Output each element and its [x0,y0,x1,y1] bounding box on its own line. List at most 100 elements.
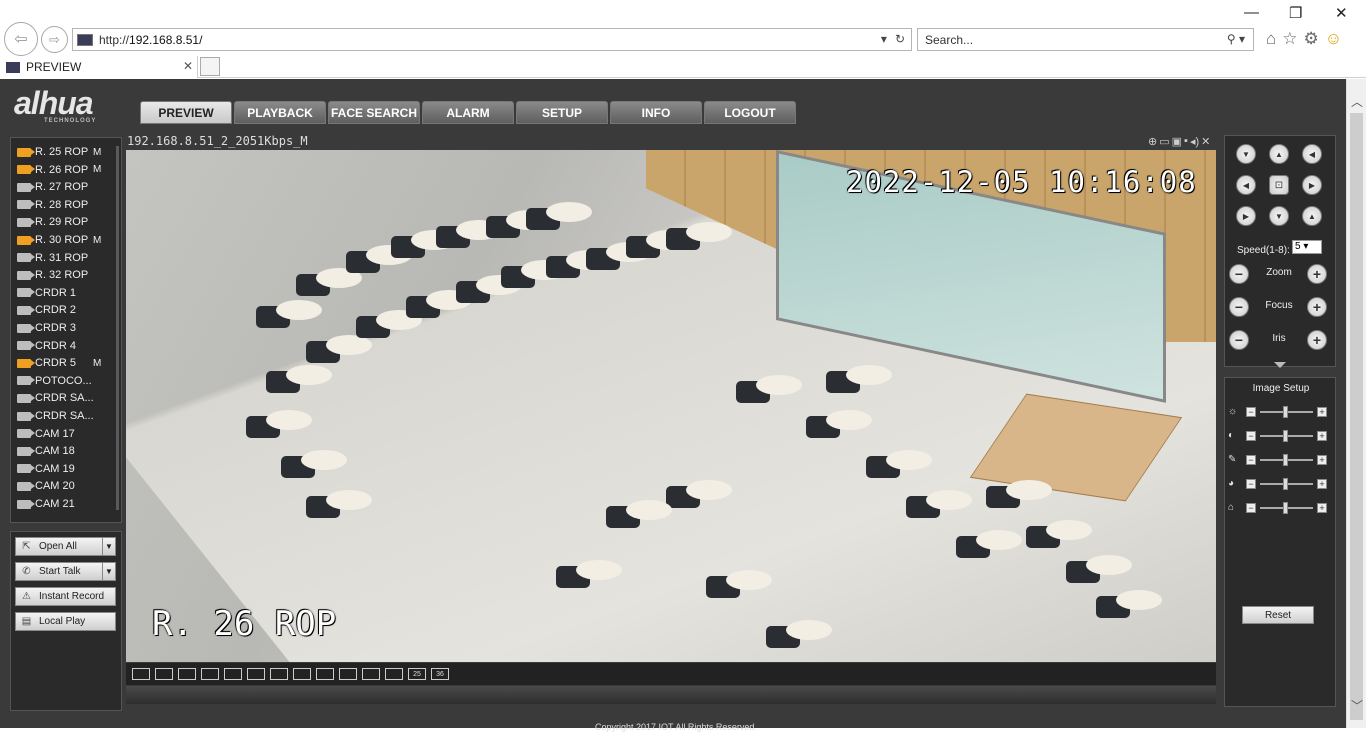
ptz-up-button[interactable]: ▲ [1269,144,1289,164]
ptz-down-left2-button[interactable]: ▶ [1236,206,1256,226]
gain-slider[interactable]: ⌂ − + [1228,501,1334,515]
audio-speaker-icon[interactable]: ◂) [1190,135,1199,148]
camera-list-item[interactable]: POTOCO... [17,374,92,388]
menu-item-preview[interactable]: PREVIEW [140,101,232,124]
menu-item-playback[interactable]: PLAYBACK [234,101,326,124]
address-bar[interactable]: http://192.168.8.51/ ▾ ↻ [72,28,912,51]
video-view[interactable]: 2022-12-05 10:16:08 R. 26 ROP [126,150,1216,662]
focus-minus-button[interactable]: − [1229,297,1249,317]
layout-button[interactable]: 36 [431,668,449,680]
ptz-center-button[interactable]: ⊡ [1269,175,1289,195]
zoom-minus-button[interactable]: − [1229,264,1249,284]
layout-button[interactable] [316,668,334,680]
saturation-knob[interactable] [1283,454,1288,466]
ptz-down-left-button[interactable]: ▼ [1236,144,1256,164]
close-window-icon[interactable]: ✕ [1335,4,1348,22]
brightness-slider[interactable]: ☼ − + [1228,405,1334,419]
smiley-feedback-icon[interactable]: ☺ [1325,29,1342,49]
window-icon[interactable]: ▭ [1159,135,1169,148]
search-icon[interactable]: ⚲ ▾ [1227,32,1245,46]
reset-button[interactable]: Reset [1242,606,1314,624]
open-all-dropdown-icon[interactable]: ▼ [102,537,116,556]
record-icon[interactable]: ▪ [1184,135,1188,148]
camera-list-item[interactable]: CRDR 5 M [17,356,101,370]
refresh-icon[interactable]: ↻ [895,32,905,46]
menu-item-info[interactable]: INFO [610,101,702,124]
hue-plus[interactable]: + [1317,479,1327,489]
settings-gear-icon[interactable]: ⚙ [1304,29,1319,49]
scroll-up-icon[interactable]: ︿ [1351,93,1363,110]
ptz-down-right-button[interactable]: ▲ [1302,206,1322,226]
layout-button[interactable] [224,668,242,680]
menu-item-face-search[interactable]: FACE SEARCH [328,101,420,124]
favorites-star-icon[interactable]: ☆ [1282,29,1297,49]
scroll-thumb[interactable] [1350,113,1363,720]
page-scrollbar[interactable]: ︿ ﹀ [1346,79,1366,728]
camera-list-item[interactable]: R. 32 ROP [17,268,88,282]
camera-list-item[interactable]: R. 31 ROP [17,251,88,265]
back-button[interactable]: ⇦ [4,22,38,56]
layout-button[interactable] [201,668,219,680]
hue-slider[interactable]: ◕ − + [1228,477,1334,491]
brightness-plus[interactable]: + [1317,407,1327,417]
contrast-minus[interactable]: − [1246,431,1256,441]
menu-item-logout[interactable]: LOGOUT [704,101,796,124]
layout-button[interactable] [339,668,357,680]
ptz-up-right-button[interactable]: ◀ [1302,144,1322,164]
local-play-button[interactable]: ▤ Local Play [15,612,116,631]
layout-button[interactable] [293,668,311,680]
restore-icon[interactable]: ❐ [1289,4,1302,22]
camera-list-scrollbar[interactable] [116,146,119,510]
layout-button[interactable] [247,668,265,680]
saturation-plus[interactable]: + [1317,455,1327,465]
focus-plus-button[interactable]: + [1307,297,1327,317]
layout-button[interactable] [385,668,403,680]
gain-plus[interactable]: + [1317,503,1327,513]
contrast-slider[interactable]: ◐ − + [1228,429,1334,443]
camera-list-item[interactable]: CRDR SA... [17,391,94,405]
camera-list-item[interactable]: R. 29 ROP [17,215,88,229]
collapse-triangle-icon[interactable] [1274,362,1286,368]
menu-item-alarm[interactable]: ALARM [422,101,514,124]
saturation-minus[interactable]: − [1246,455,1256,465]
instant-record-button[interactable]: ⚠ Instant Record [15,587,116,606]
snapshot-camera-icon[interactable]: ▣ [1172,135,1182,148]
brightness-knob[interactable] [1283,406,1288,418]
zoom-plus-button[interactable]: + [1307,264,1327,284]
hue-knob[interactable] [1283,478,1288,490]
dropdown-icon[interactable]: ▾ [881,32,887,46]
brightness-minus[interactable]: − [1246,407,1256,417]
camera-list-item[interactable]: R. 30 ROP M [17,233,101,247]
saturation-slider[interactable]: ✎ − + [1228,453,1334,467]
hue-minus[interactable]: − [1246,479,1256,489]
close-video-icon[interactable]: ✕ [1201,135,1210,148]
menu-item-setup[interactable]: SETUP [516,101,608,124]
layout-button[interactable]: 25 [408,668,426,680]
camera-list-item[interactable]: R. 27 ROP [17,180,88,194]
layout-button[interactable] [132,668,150,680]
iris-minus-button[interactable]: − [1229,330,1249,350]
zoom-in-icon[interactable]: ⊕ [1148,135,1157,148]
home-icon[interactable]: ⌂ [1266,29,1276,49]
tab-close-icon[interactable]: ✕ [183,59,193,73]
camera-list-item[interactable]: CRDR 4 [17,339,76,353]
camera-list-item[interactable]: CRDR 1 [17,286,76,300]
tab-preview[interactable]: PREVIEW ✕ [0,56,198,78]
minimize-icon[interactable]: — [1244,4,1259,21]
forward-button[interactable]: ⇨ [41,26,68,53]
start-talk-dropdown-icon[interactable]: ▼ [102,562,116,581]
camera-list-item[interactable]: CAM 21 [17,497,75,511]
layout-button[interactable] [362,668,380,680]
contrast-plus[interactable]: + [1317,431,1327,441]
layout-button[interactable] [270,668,288,680]
new-tab-button[interactable] [200,57,220,76]
gain-knob[interactable] [1283,502,1288,514]
camera-list-item[interactable]: CRDR SA... [17,409,94,423]
camera-list-item[interactable]: CRDR 2 [17,303,76,317]
camera-list-item[interactable]: R. 28 ROP [17,198,88,212]
iris-plus-button[interactable]: + [1307,330,1327,350]
gain-minus[interactable]: − [1246,503,1256,513]
ptz-down-button[interactable]: ▼ [1269,206,1289,226]
camera-list-item[interactable]: CAM 18 [17,444,75,458]
open-all-button[interactable]: ⇱ Open All ▼ [15,537,116,556]
